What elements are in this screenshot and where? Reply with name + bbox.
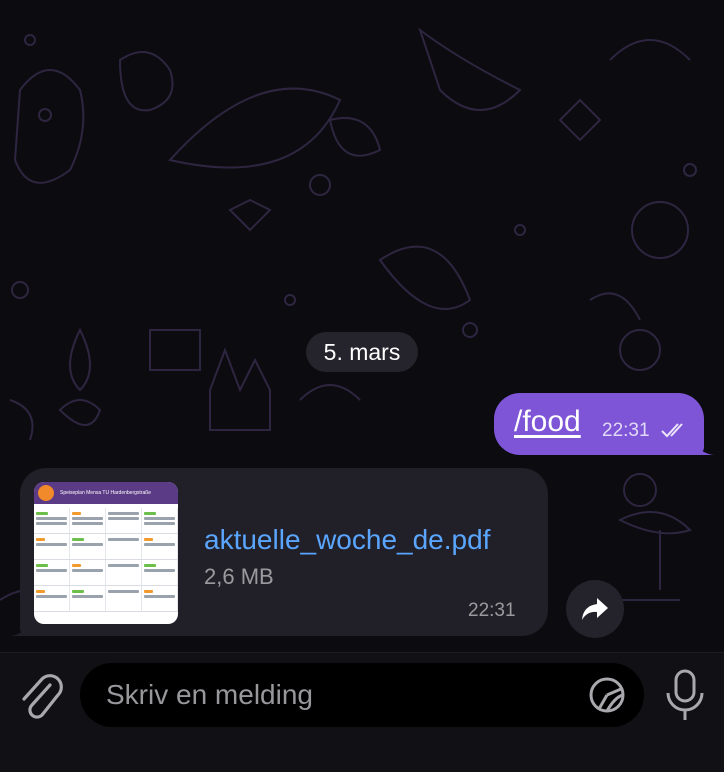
message-time: 22:31 bbox=[468, 600, 516, 621]
forward-button[interactable] bbox=[566, 580, 624, 638]
sticker-icon[interactable] bbox=[588, 676, 626, 714]
outgoing-message-bubble[interactable]: /food 22:31 bbox=[494, 393, 714, 455]
double-check-icon bbox=[661, 423, 683, 438]
message-time: 22:31 bbox=[602, 420, 650, 441]
message-composer bbox=[0, 652, 724, 772]
thumbnail-menu-grid bbox=[34, 508, 178, 612]
bubble-tail bbox=[10, 616, 30, 636]
paperclip-icon[interactable] bbox=[16, 671, 64, 723]
date-separator-label: 5. mars bbox=[323, 338, 401, 365]
message-input-field[interactable] bbox=[80, 663, 644, 727]
thumbnail-title: Speiseplan Mensa TU Hardenbergstraße bbox=[60, 490, 152, 496]
pdf-thumbnail[interactable]: Speiseplan Mensa TU Hardenbergstraße bbox=[34, 482, 178, 624]
file-name-link[interactable]: aktuelle_woche_de.pdf bbox=[204, 524, 490, 556]
forward-arrow-icon bbox=[582, 598, 608, 620]
thumbnail-header: Speiseplan Mensa TU Hardenbergstraße bbox=[34, 482, 178, 504]
bubble-tail bbox=[694, 435, 714, 455]
incoming-file-message[interactable]: Speiseplan Mensa TU Hardenbergstraße akt… bbox=[10, 468, 548, 636]
file-size: 2,6 MB bbox=[204, 564, 274, 589]
mensa-logo bbox=[38, 485, 54, 501]
date-separator: 5. mars bbox=[306, 332, 418, 372]
message-input[interactable] bbox=[106, 679, 566, 711]
microphone-icon[interactable] bbox=[662, 667, 708, 725]
bot-command-link[interactable]: /food bbox=[514, 405, 581, 439]
